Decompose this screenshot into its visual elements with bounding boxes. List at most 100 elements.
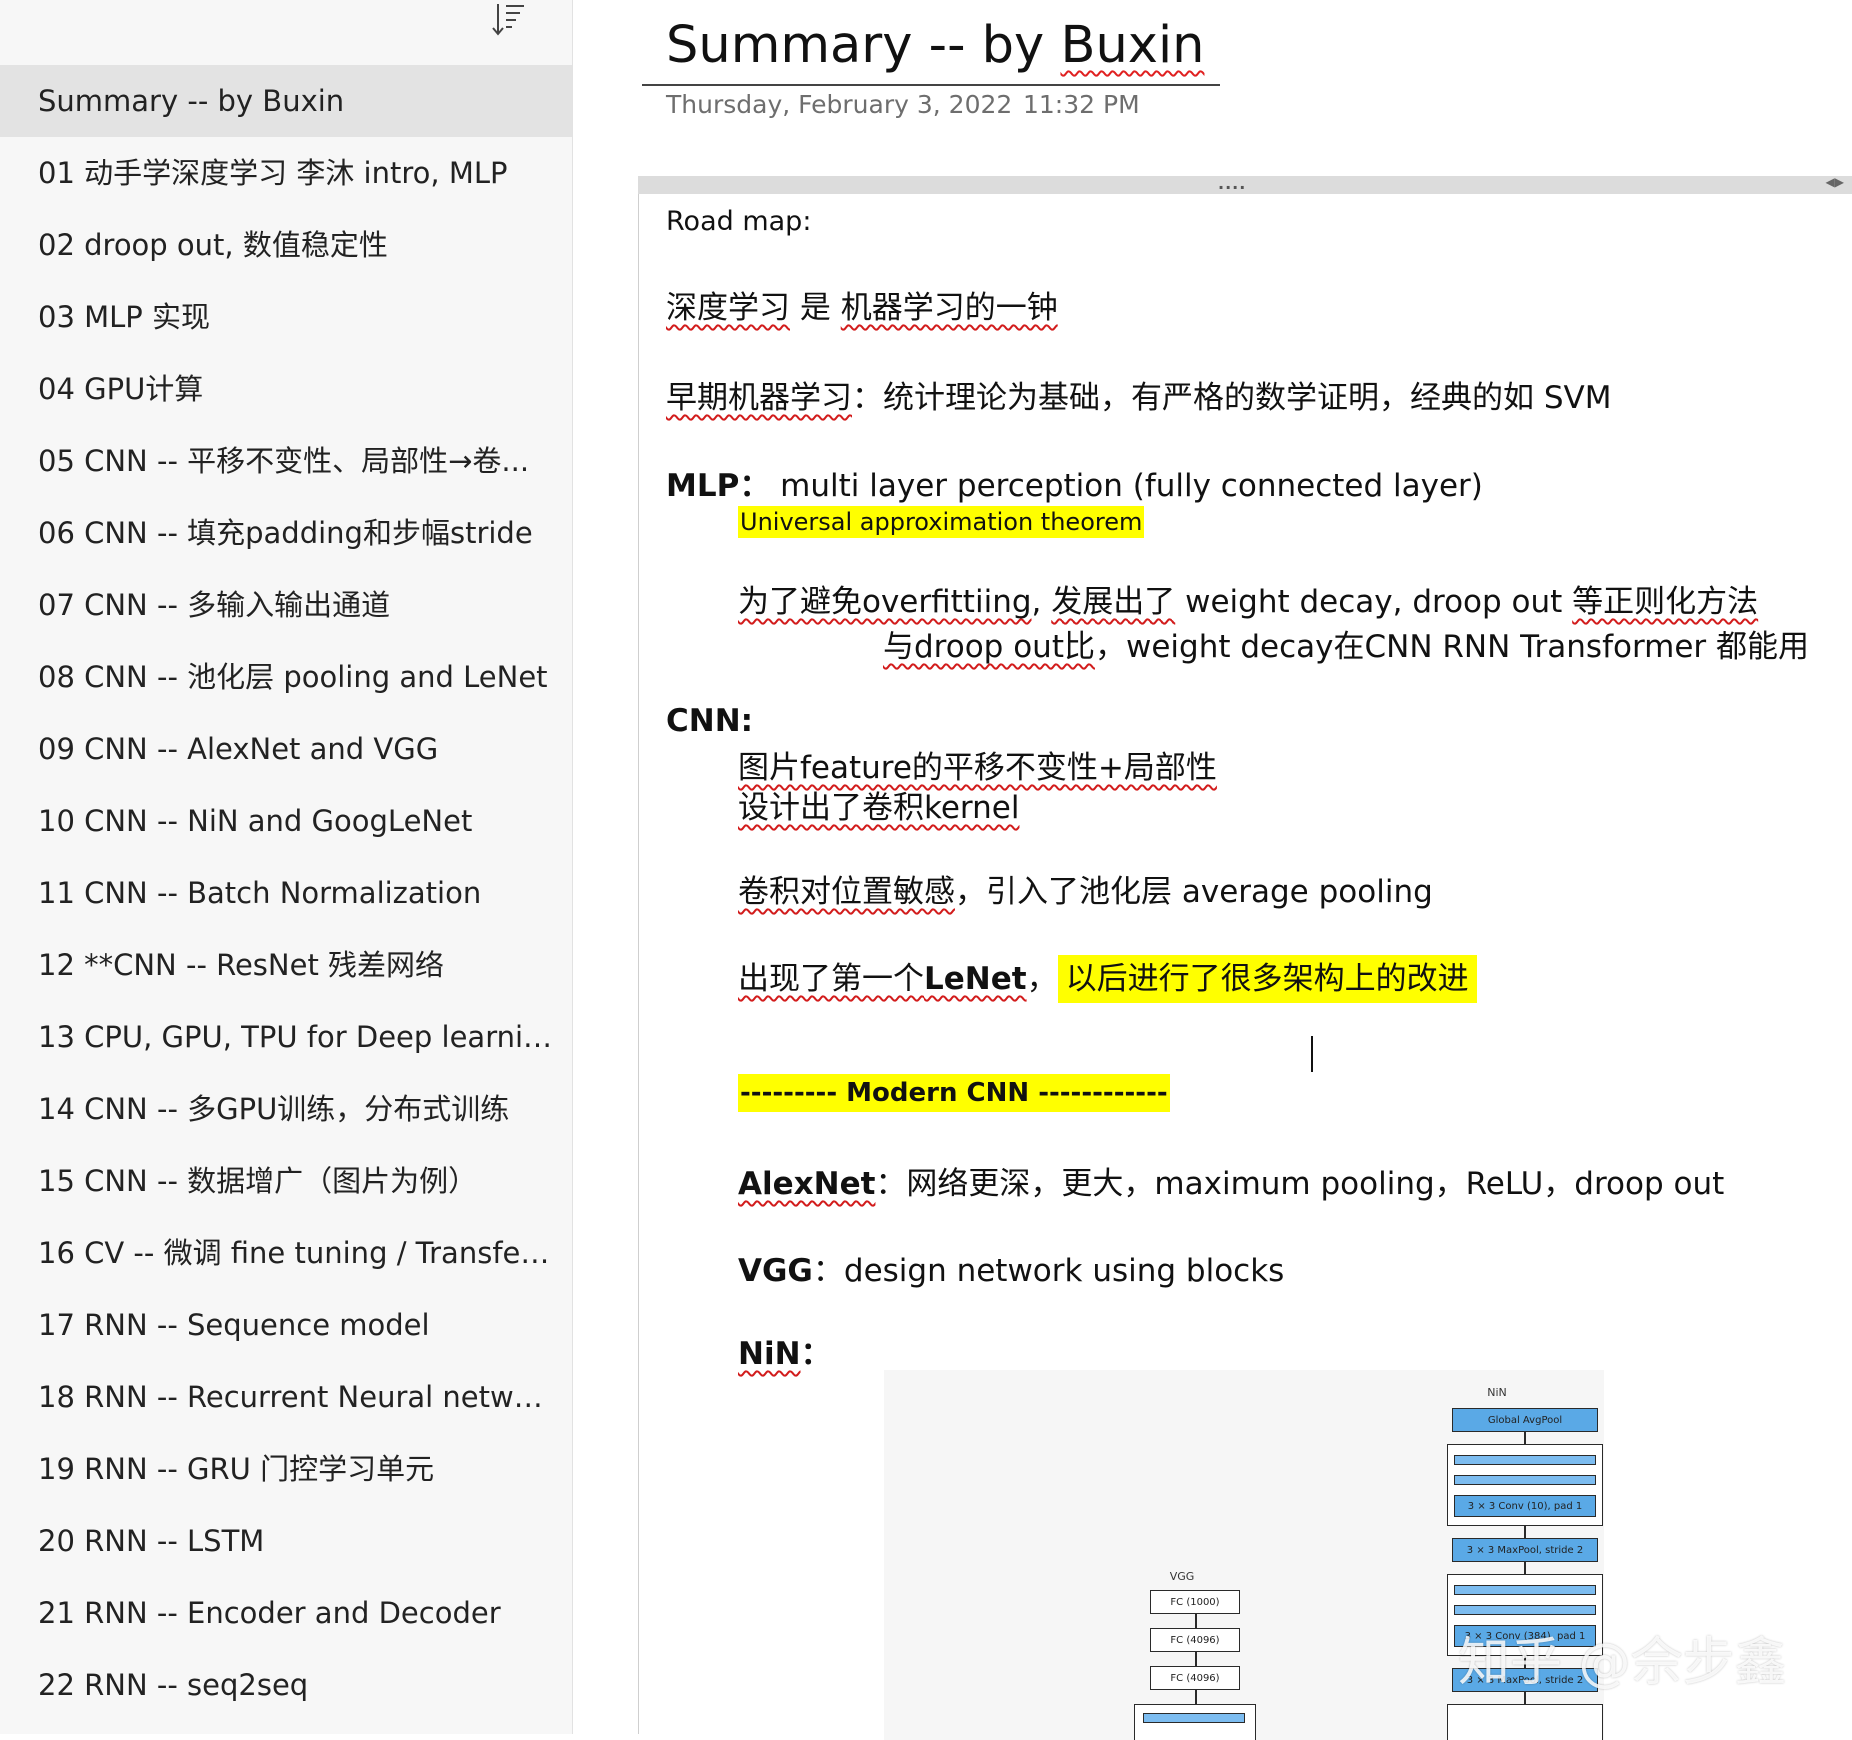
page-list-item[interactable]: 22 RNN -- seq2seq (0, 1649, 572, 1721)
page-list-item[interactable]: 20 RNN -- LSTM (0, 1505, 572, 1577)
highlight-architecture-improvements: 以后进行了很多架构上的改进 (1057, 955, 1477, 1003)
note-line-pooling: 卷积对位置敏感，引入了池化层 average pooling (738, 866, 1433, 911)
vgg-fc-box: FC (1000) (1150, 1590, 1240, 1614)
nin-block-layer (1454, 1585, 1596, 1595)
page-list-item[interactable]: Summary -- by Buxin (0, 65, 572, 137)
note-line-dropout-compare: 与droop out比，weight decay在CNN RNN Transfo… (883, 621, 1809, 666)
page-date: Thursday, February 3, 2022 (666, 90, 1013, 119)
text-run: ：网络更深，更大，maximum pooling，ReLU，droop out (875, 1166, 1725, 1202)
text-run: 机器学习的一钟 (840, 290, 1058, 326)
note-line-deep-learning: 深度学习 是 机器学习的一钟 (666, 282, 1058, 327)
note-line-early-ml: 早期机器学习：统计理论为基础，有严格的数学证明，经典的如 SVM (666, 372, 1611, 417)
diagram-arrow (1524, 1526, 1526, 1538)
page-list-item[interactable]: 18 RNN -- Recurrent Neural network... (0, 1361, 572, 1433)
page-time: 11:32 PM (1023, 90, 1140, 119)
note-container-handle[interactable]: .... ◀▶ (638, 174, 1852, 194)
text-run: LeNet (924, 961, 1027, 997)
nin-block (1447, 1704, 1603, 1740)
nin-diagram-title: NiN (1487, 1386, 1507, 1399)
nin-block-layer (1454, 1475, 1596, 1485)
page-list: Summary -- by Buxin 01 动手学深度学习 李沐 intro,… (0, 65, 572, 1721)
page-list-item[interactable]: 15 CNN -- 数据增广（图片为例） (0, 1145, 572, 1217)
text-run: 发展出了 (1051, 584, 1176, 620)
page-list-sidebar: Summary -- by Buxin 01 动手学深度学习 李沐 intro,… (0, 0, 573, 1734)
text-run: AlexNet (738, 1166, 876, 1202)
note-line-cnn-1: 图片feature的平移不变性+局部性 (738, 742, 1217, 787)
page-title-name: Buxin (1060, 16, 1205, 75)
page-list-item[interactable]: 14 CNN -- 多GPU训练，分布式训练 (0, 1073, 572, 1145)
vgg-fc-box: FC (4096) (1150, 1628, 1240, 1652)
diagram-arrow (1195, 1652, 1197, 1666)
highlight-modern-cnn: --------- Modern CNN ------------ (738, 1074, 1170, 1112)
note-line-regularization: 为了避免overfittiing, 发展出了 weight decay, dro… (738, 576, 1758, 621)
cnn-heading: CNN: (666, 703, 754, 739)
page-list-item[interactable]: 04 GPU计算 (0, 353, 572, 425)
note-line-cnn-2: 设计出了卷积kernel (738, 782, 1019, 827)
text-run: ：统计理论为基础，有严格的数学证明，经典的如 SVM (852, 380, 1612, 416)
highlight-universal-approx: Universal approximation theorem (738, 506, 1145, 538)
page-list-item[interactable]: 17 RNN -- Sequence model (0, 1289, 572, 1361)
sort-descending-icon (488, 0, 528, 44)
page-list-item[interactable]: 13 CPU, GPU, TPU for Deep learning (0, 1001, 572, 1073)
text-run: 深度学习 (666, 290, 790, 326)
page-list-item[interactable]: 19 RNN -- GRU 门控学习单元 (0, 1433, 572, 1505)
page-list-item[interactable]: 21 RNN -- Encoder and Decoder (0, 1577, 572, 1649)
vgg-fc-box: FC (4096) (1150, 1666, 1240, 1690)
road-map-heading: Road map: (666, 206, 812, 237)
diagram-arrow (1524, 1562, 1526, 1574)
note-line-nin: NiN： (738, 1328, 832, 1373)
text-run: , (1031, 584, 1052, 620)
vgg-block-layer (1143, 1713, 1245, 1723)
resize-handle-icon[interactable]: ◀▶ (1826, 175, 1844, 189)
text-run: 出现了第一个 (738, 961, 924, 997)
zhihu-watermark: 知乎 @佘步鑫 (1458, 1633, 1787, 1693)
page-list-item[interactable]: 11 CNN -- Batch Normalization (0, 857, 572, 929)
diagram-arrow (1195, 1690, 1197, 1704)
page-list-item[interactable]: 06 CNN -- 填充padding和步幅stride (0, 497, 572, 569)
text-run: NiN (738, 1336, 801, 1372)
text-run: 为了避免overfittiing (738, 584, 1032, 620)
diagram-arrow (1195, 1614, 1197, 1628)
diagram-arrow (1524, 1432, 1526, 1444)
note-line-vgg: VGG：design network using blocks (738, 1245, 1284, 1290)
text-run: ， (1026, 961, 1058, 997)
text-run: ，weight decay在CNN RNN Transformer 都能用 (1094, 629, 1810, 665)
text-run: 图片feature的平移不变性+局部性 (738, 750, 1217, 786)
sort-pages-button[interactable] (486, 0, 530, 44)
note-line-alexnet: AlexNet：网络更深，更大，maximum pooling，ReLU，dro… (738, 1158, 1724, 1203)
page-list-item[interactable]: 08 CNN -- 池化层 pooling and LeNet (0, 641, 572, 713)
nin-block: 3 × 3 Conv (10), pad 1 (1447, 1444, 1603, 1526)
title-divider (642, 84, 1220, 86)
page-title[interactable]: Summary -- by Buxin (666, 16, 1204, 75)
vgg-block (1134, 1704, 1256, 1740)
text-run: 卷积对位置敏感 (738, 874, 955, 910)
text-run: ： (800, 1336, 832, 1372)
mlp-label: MLP： (666, 468, 771, 504)
page-list-item[interactable]: 16 CV -- 微调 fine tuning / Transfer le... (0, 1217, 572, 1289)
page-list-item[interactable]: 03 MLP 实现 (0, 281, 572, 353)
page-list-item[interactable]: 07 CNN -- 多输入输出通道 (0, 569, 572, 641)
text-run: ：design network using blocks (812, 1253, 1285, 1289)
page-list-item[interactable]: 02 droop out, 数值稳定性 (0, 209, 572, 281)
drag-handle-icon[interactable]: .... (1218, 174, 1246, 193)
nin-maxpool-box: 3 × 3 MaxPool, stride 2 (1452, 1538, 1598, 1562)
text-run: 早期机器学习 (666, 380, 852, 416)
text-run: multi layer perception (fully connected … (770, 468, 1483, 504)
page-list-item[interactable]: 05 CNN -- 平移不变性、局部性→卷... (0, 425, 572, 497)
note-line-mlp: MLP： multi layer perception (fully conne… (666, 460, 1483, 505)
nin-conv-box: 3 × 3 Conv (10), pad 1 (1454, 1495, 1596, 1517)
text-run: 设计出了卷积kernel (738, 790, 1020, 826)
page-list-item[interactable]: 12 **CNN -- ResNet 残差网络 (0, 929, 572, 1001)
text-run: 等正则化方法 (1572, 584, 1759, 620)
text-cursor (1311, 1036, 1313, 1072)
page-list-item[interactable]: 09 CNN -- AlexNet and VGG (0, 713, 572, 785)
text-run: ，引入了池化层 average pooling (955, 874, 1433, 910)
text-run: 是 (790, 290, 841, 326)
nin-block-layer (1454, 1455, 1596, 1465)
page-title-prefix: Summary -- by (666, 16, 1061, 75)
page-list-item[interactable]: 01 动手学深度学习 李沐 intro, MLP (0, 137, 572, 209)
nin-global-avgpool-box: Global AvgPool (1452, 1408, 1598, 1432)
text-run: weight decay, droop out (1175, 584, 1573, 620)
page-list-item[interactable]: 10 CNN -- NiN and GoogLeNet (0, 785, 572, 857)
vgg-diagram-title: VGG (1169, 1570, 1195, 1583)
